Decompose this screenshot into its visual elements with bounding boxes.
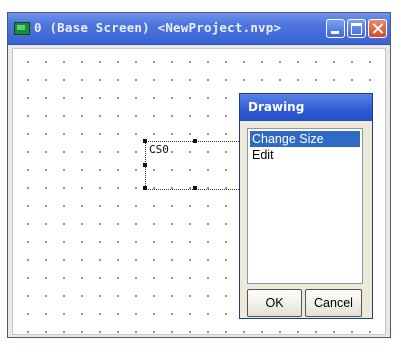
app-screen-icon [14, 22, 30, 35]
cancel-button[interactable]: Cancel [305, 289, 362, 317]
close-icon[interactable] [368, 19, 387, 38]
resize-handle-top-left[interactable] [143, 139, 147, 143]
dialog-titlebar[interactable]: Drawing [240, 94, 372, 121]
resize-handle-bottom-left[interactable] [143, 186, 147, 190]
maximize-icon[interactable] [347, 19, 366, 38]
list-item-change-size[interactable]: Change Size [250, 131, 360, 147]
window-title: 0 (Base Screen) <NewProject.nvp> [34, 20, 282, 35]
resize-handle-top-center[interactable] [193, 139, 197, 143]
action-listbox[interactable]: Change Size Edit [247, 128, 363, 284]
resize-handle-bottom-center[interactable] [193, 186, 197, 190]
list-item-edit[interactable]: Edit [250, 147, 360, 163]
resize-handle-middle-left[interactable] [143, 163, 147, 167]
selected-object-label: CS0 [149, 143, 169, 156]
ok-button[interactable]: OK [247, 289, 302, 317]
dialog-title: Drawing [248, 100, 305, 114]
selected-object[interactable]: CS0 [143, 139, 247, 190]
drawing-dialog: Drawing Change Size Edit OK Cancel [239, 93, 373, 319]
minimize-icon[interactable] [326, 19, 345, 38]
window-titlebar[interactable]: 0 (Base Screen) <NewProject.nvp> [8, 13, 390, 45]
